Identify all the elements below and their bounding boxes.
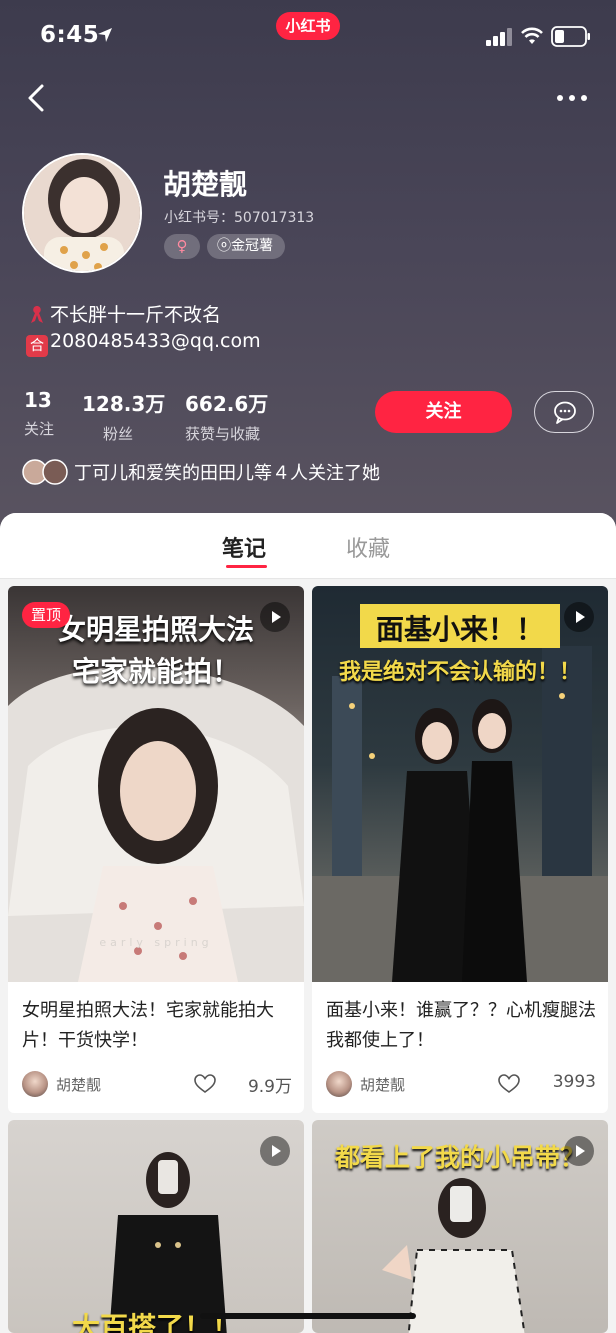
- like-count: 9.9万: [247, 1077, 292, 1097]
- stat-following-value: 13: [24, 388, 52, 412]
- bio-line-1-text: 不长胖十一斤不改名: [50, 304, 222, 326]
- stat-likes-value: 662.6万: [185, 392, 269, 416]
- mutual-follower-avatars[interactable]: [22, 459, 70, 485]
- video-play-icon: [564, 1136, 594, 1166]
- home-indicator[interactable]: [200, 1313, 416, 1319]
- status-time: 6:45: [40, 22, 100, 48]
- author-avatar[interactable]: [22, 1071, 48, 1097]
- like-count: 3993: [552, 1072, 596, 1092]
- bio-line-2: 合 2080485433@qq.com: [26, 330, 261, 357]
- battery-icon: [551, 26, 590, 47]
- stat-likes-label: 获赞与收藏: [185, 425, 261, 443]
- location-arrow-icon: [98, 28, 112, 42]
- stat-following-label: 关注: [24, 420, 55, 438]
- app-badge: 小红书: [276, 12, 340, 40]
- stat-followers[interactable]: 128.3万 粉丝: [82, 388, 165, 444]
- note-card[interactable]: 面基小来！！ 我是绝对不会认输的！！ 面基小来！谁赢了？？心机瘦腿法我都使上了！…: [312, 586, 608, 1113]
- status-bar: 6:45 小红书: [0, 0, 616, 70]
- stat-following[interactable]: 13 关注: [24, 388, 54, 439]
- author-avatar[interactable]: [326, 1071, 352, 1097]
- heart-icon[interactable]: [194, 1074, 216, 1094]
- message-button[interactable]: [534, 391, 594, 433]
- bio-line-1: 不长胖十一斤不改名: [26, 300, 221, 327]
- notes-panel: 笔记 收藏 女明星拍照大法 宅家就能拍！ early spring 置顶 女明星…: [0, 513, 616, 1333]
- cover-overlay-line-2: 宅家就能拍！: [71, 655, 240, 688]
- cover-watermark: early spring: [99, 936, 213, 949]
- video-play-icon: [260, 602, 290, 632]
- note-title: 面基小来！谁赢了？？心机瘦腿法我都使上了！: [326, 1000, 596, 1051]
- accept-emoji-icon: 合: [26, 335, 48, 357]
- back-button[interactable]: [22, 80, 56, 116]
- note-cover-image: 女明星拍照大法 宅家就能拍！ early spring 置顶: [8, 586, 304, 982]
- note-cover-image: 面基小来！！ 我是绝对不会认输的！！: [312, 586, 608, 982]
- tab-notes[interactable]: 笔记: [222, 531, 266, 563]
- brand-icon: ⓞ: [217, 238, 231, 254]
- cover-overlay-line-2: 我是绝对不会认输的！！: [338, 660, 581, 685]
- video-play-icon: [564, 602, 594, 632]
- gender-tag: ♀: [164, 234, 200, 259]
- profile-name: 胡楚靓: [163, 168, 248, 201]
- author-name[interactable]: 胡楚靓: [360, 1074, 405, 1095]
- stat-likes[interactable]: 662.6万 获赞与收藏: [185, 388, 268, 444]
- note-cover-image: 大百搭了！！: [8, 1120, 304, 1333]
- follow-button[interactable]: 关注: [375, 391, 512, 433]
- video-play-icon: [260, 1136, 290, 1166]
- mutual-followers-text[interactable]: 丁可儿和爱笑的田田儿等４人关注了她: [74, 459, 380, 485]
- cellular-signal-icon: [486, 28, 512, 46]
- cover-overlay-line-1: 大百搭了！！: [71, 1311, 240, 1333]
- red-id: 小红书号：507017313: [164, 210, 315, 226]
- note-card[interactable]: 女明星拍照大法 宅家就能拍！ early spring 置顶 女明星拍照大法！宅…: [8, 586, 304, 1113]
- wifi-icon: [521, 27, 543, 44]
- profile-avatar[interactable]: [22, 153, 142, 273]
- brand-tag-label: 金冠薯: [231, 238, 273, 254]
- ribbon-icon: [31, 306, 43, 323]
- author-name[interactable]: 胡楚靓: [56, 1074, 101, 1095]
- note-card[interactable]: 大百搭了！！: [8, 1120, 304, 1333]
- avatar-portrait: [24, 155, 140, 271]
- more-options-button[interactable]: [552, 84, 592, 112]
- chat-bubble-icon: [554, 401, 576, 424]
- note-card[interactable]: 都看上了我的小吊带？: [312, 1120, 608, 1333]
- note-footer: 胡楚靓 3993: [326, 1071, 596, 1097]
- stat-followers-label: 粉丝: [103, 425, 134, 443]
- note-cover-image: 都看上了我的小吊带？: [312, 1120, 608, 1333]
- note-title: 女明星拍照大法！宅家就能拍大片！干货快学！: [22, 1000, 274, 1051]
- tab-favorites[interactable]: 收藏: [346, 531, 390, 563]
- brand-level-tag[interactable]: ⓞ金冠薯: [207, 234, 285, 259]
- stat-followers-value: 128.3万: [82, 392, 166, 416]
- heart-icon[interactable]: [498, 1074, 520, 1094]
- active-tab-indicator: [226, 565, 267, 568]
- note-footer: 胡楚靓 9.9万: [22, 1071, 292, 1097]
- profile-tabbar: 笔记 收藏: [0, 513, 616, 579]
- bio-line-2-text: 2080485433@qq.com: [50, 330, 261, 352]
- pinned-badge: 置顶: [22, 602, 71, 628]
